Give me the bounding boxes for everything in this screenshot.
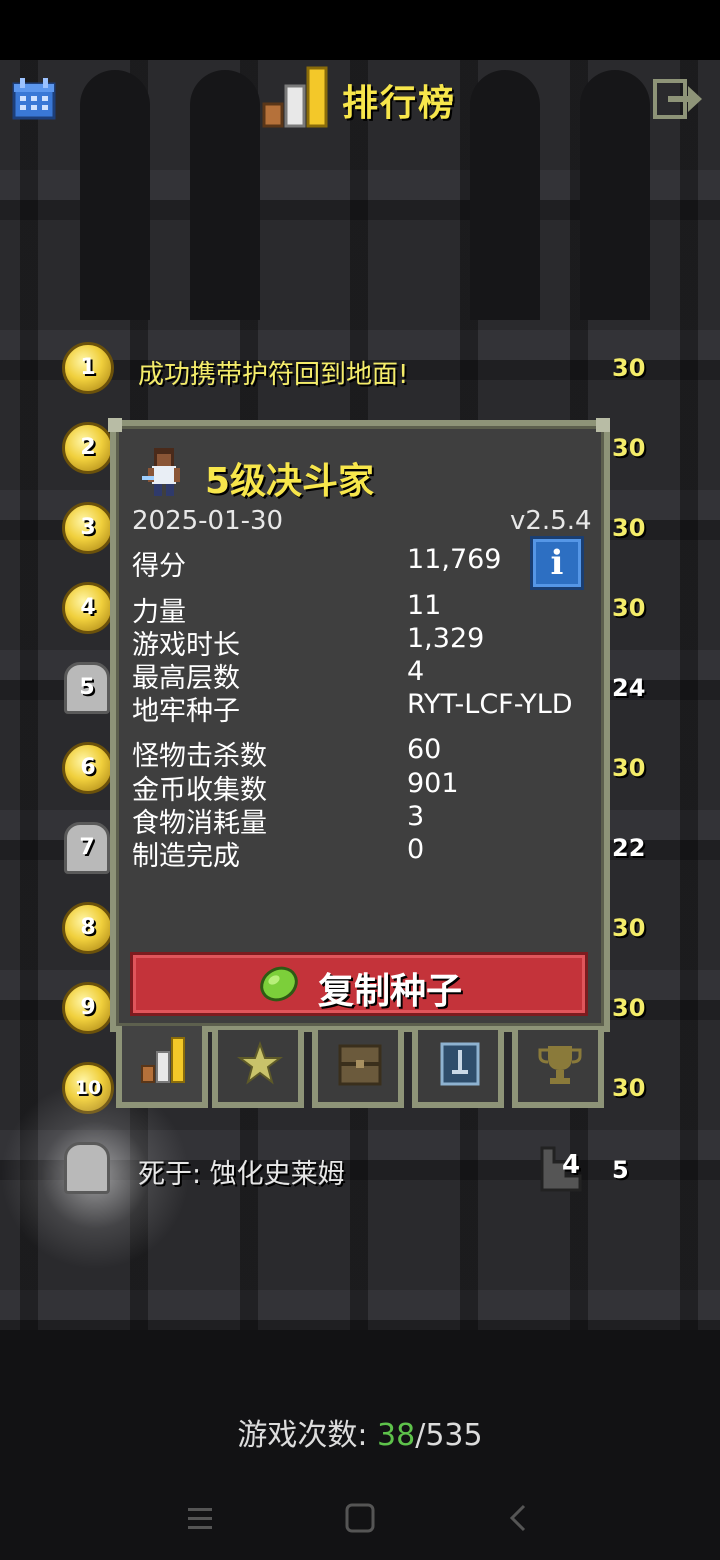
stats-icon — [141, 1037, 185, 1083]
exit-icon[interactable] — [652, 78, 704, 120]
ranking-score: 30 — [612, 354, 646, 382]
seed-icon — [260, 966, 298, 1002]
tab-stats[interactable] — [116, 1026, 208, 1108]
gold-medal-icon: 4 — [62, 582, 114, 634]
status-bar — [0, 0, 720, 60]
depth-stairs-icon: 4 — [540, 1140, 594, 1194]
info-button[interactable]: i — [530, 536, 584, 590]
tombstone-icon: 5 — [64, 662, 110, 714]
calendar-icon[interactable] — [12, 78, 56, 120]
home-icon[interactable] — [340, 1498, 380, 1538]
gold-medal-icon: 2 — [62, 422, 114, 474]
stat-value-gold: 901 — [407, 768, 459, 799]
tab-challenges[interactable] — [412, 1030, 504, 1108]
stat-label-seed: 地牢种子 — [132, 696, 240, 727]
ranking-score: 30 — [612, 914, 646, 942]
gold-medal-icon: 1 — [62, 342, 114, 394]
death-cause[interactable]: 死于: 蚀化史莱姆 — [138, 1152, 345, 1191]
dialog-corner — [108, 418, 122, 432]
menu-icon[interactable] — [180, 1498, 220, 1538]
ranking-score: 30 — [612, 754, 646, 782]
ranking-score: 30 — [612, 994, 646, 1022]
stat-value-max-depth: 4 — [407, 656, 425, 687]
back-icon[interactable] — [498, 1498, 538, 1538]
ranking-score: 30 — [612, 434, 646, 462]
trophy-icon — [538, 1046, 582, 1084]
stat-label-score: 得分 — [132, 551, 186, 582]
stat-value-seed: RYT-LCF-YLD — [407, 689, 573, 720]
tombstone-icon: 7 — [64, 822, 110, 874]
hero-title: 5级决斗家 — [205, 461, 375, 502]
sword-card-icon — [440, 1042, 480, 1086]
tombstone-icon — [64, 1142, 110, 1194]
ranking-score: 24 — [612, 674, 646, 702]
ranking-description: 成功携带护符回到地面! — [138, 360, 409, 390]
gold-medal-icon: 3 — [62, 502, 114, 554]
games-label: 游戏次数: — [237, 1418, 378, 1453]
stat-value-crafted: 0 — [407, 834, 425, 865]
ranking-score: 30 — [612, 594, 646, 622]
stat-label-crafted: 制造完成 — [132, 841, 240, 872]
stat-value-food: 3 — [407, 801, 425, 832]
stat-value-score: 11,769 — [407, 544, 502, 575]
gold-medal-icon: 6 — [62, 742, 114, 794]
copy-seed-label: 复制种子 — [318, 971, 463, 1012]
stat-value-kills: 60 — [407, 734, 442, 765]
run-date: 2025-01-30 — [132, 506, 284, 536]
stat-value-strength: 11 — [407, 590, 442, 621]
stat-value-duration: 1,329 — [407, 623, 485, 654]
tab-badges[interactable] — [212, 1030, 304, 1108]
page-title: 排行榜 — [342, 83, 457, 124]
star-badge-icon — [237, 1041, 283, 1085]
inventory-chest-icon — [338, 1044, 382, 1086]
info-icon: i — [550, 543, 564, 583]
ranking-row-1[interactable]: 1 成功携带护符回到地面! 30 — [0, 336, 720, 406]
current-score: 5 — [612, 1156, 629, 1184]
tab-trophies[interactable] — [512, 1030, 604, 1108]
gold-medal-icon: 8 — [62, 902, 114, 954]
ranking-score: 22 — [612, 834, 646, 862]
games-total: 535 — [425, 1418, 483, 1453]
depth-value: 4 — [562, 1150, 581, 1180]
games-played-counter: 游戏次数: 38/535 — [0, 1410, 720, 1454]
ranking-score: 30 — [612, 514, 646, 542]
game-version: v2.5.4 — [510, 506, 592, 536]
ranking-score: 30 — [612, 1074, 646, 1102]
games-separator: / — [415, 1418, 426, 1453]
games-won: 38 — [377, 1418, 416, 1453]
hero-duelist-icon — [142, 448, 180, 496]
rankings-bars-icon — [262, 66, 328, 128]
tab-items[interactable] — [312, 1030, 404, 1108]
dialog-corner — [596, 418, 610, 432]
gold-medal-icon: 9 — [62, 982, 114, 1034]
